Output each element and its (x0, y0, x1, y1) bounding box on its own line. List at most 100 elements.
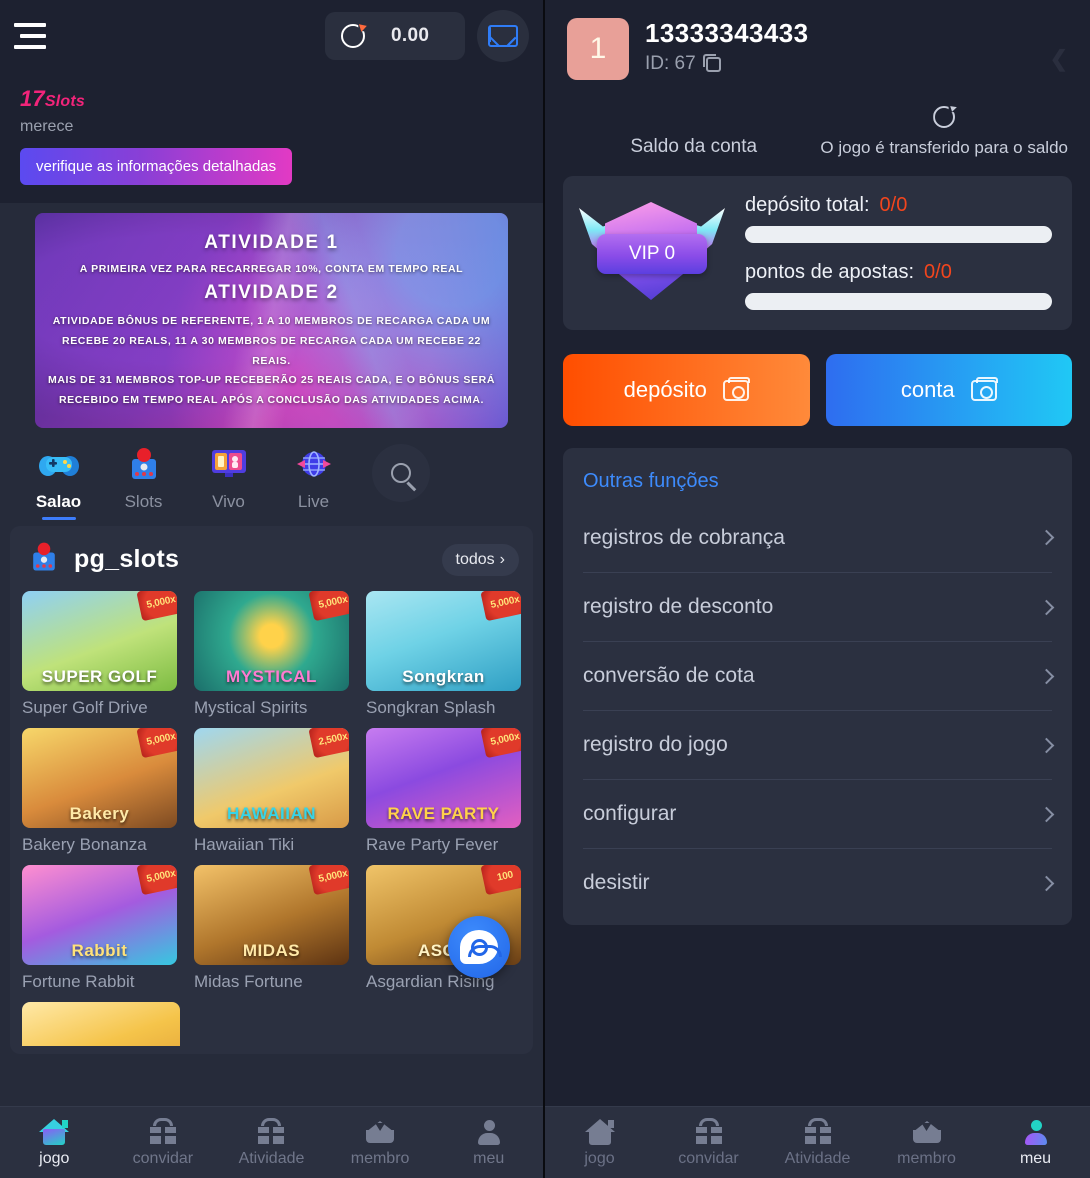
account-header: 1 13333343433 ID: 67 ❮ (545, 0, 1090, 80)
mail-button[interactable] (477, 10, 529, 62)
category-tabs: Salao Slots Vivo Live (0, 428, 543, 520)
game-thumbnail (22, 1002, 180, 1046)
game-tile[interactable]: 5,000x Songkran Songkran Splash (366, 591, 521, 718)
function-item-logout[interactable]: desistir (583, 848, 1055, 917)
category-tab-vivo[interactable]: Vivo (186, 442, 271, 512)
game-name: Songkran Splash (366, 698, 496, 717)
banner-line-3: RECEBE 20 REALS, 11 A 30 MEMBROS DE RECA… (62, 334, 481, 367)
game-tile[interactable]: 5,000x SUPER GOLF Super Golf Drive (22, 591, 177, 718)
deposit-button[interactable]: depósito (563, 354, 810, 426)
games-section: pg_slots todos › 5,000x SUPER GOLF Super… (10, 526, 533, 1054)
category-label: Vivo (212, 492, 245, 511)
function-item-settings[interactable]: configurar (583, 779, 1055, 848)
transfer-balance-group[interactable]: O jogo é transferido para o saldo (820, 106, 1068, 158)
copy-icon[interactable] (702, 53, 721, 72)
nav-item-convidar[interactable]: convidar (654, 1117, 763, 1168)
function-item-game-records[interactable]: registro do jogo (583, 710, 1055, 779)
games-section-header: pg_slots todos › (22, 538, 521, 591)
nav-label: membro (350, 1150, 410, 1167)
mail-icon (488, 25, 518, 47)
game-name: Hawaiian Tiki (194, 835, 295, 854)
nav-item-membro[interactable]: membro (326, 1117, 435, 1168)
game-thumbnail: 5,000x SUPER GOLF (22, 591, 177, 691)
nav-item-membro[interactable]: membro (872, 1117, 981, 1168)
nav-item-jogo[interactable]: jogo (545, 1117, 654, 1168)
nav-item-meu[interactable]: meu (434, 1117, 543, 1168)
category-tab-live[interactable]: Live (271, 442, 356, 512)
refresh-icon[interactable] (341, 24, 365, 48)
games-grid: 5,000x SUPER GOLF Super Golf Drive 5,000… (22, 591, 521, 992)
pg-slots-icon (26, 540, 62, 579)
chevron-right-icon (1038, 737, 1055, 753)
view-all-button[interactable]: todos › (441, 543, 519, 576)
search-icon (391, 463, 411, 483)
category-tab-slots[interactable]: Slots (101, 442, 186, 512)
games-section-title: pg_slots (74, 545, 180, 573)
banner-body: ATIVIDADE BÔNUS DE REFERENTE, 1 A 10 MEM… (47, 312, 496, 412)
customer-service-button[interactable] (448, 916, 510, 978)
game-thumbnail: 5,000x Bakery (22, 728, 177, 828)
game-tile[interactable]: 5,000x MIDAS Midas Fortune (194, 865, 349, 992)
slot-machine-icon (101, 442, 186, 486)
promo-strip: 17Slots merece verifique as informações … (0, 72, 543, 203)
game-tile[interactable]: 2,500x HAWAIIAN Hawaiian Tiki (194, 728, 349, 855)
account-username: 13333343433 (645, 18, 809, 48)
deposit-total-label: depósito total: (745, 194, 870, 216)
other-functions-card: Outras funções registros de cobrança reg… (563, 448, 1072, 925)
game-tile[interactable]: 5,000x Rabbit Fortune Rabbit (22, 865, 177, 992)
avatar[interactable]: 1 (567, 18, 629, 80)
promo-details-button[interactable]: verifique as informações detalhadas (20, 148, 293, 185)
nav-label: Atividade (784, 1150, 851, 1167)
nav-label: meu (473, 1150, 505, 1167)
customer-service-icon (460, 930, 502, 964)
search-button[interactable] (372, 444, 430, 502)
promo-count-suffix: Slots (44, 93, 85, 110)
nav-item-meu[interactable]: meu (981, 1117, 1090, 1168)
game-thumbnail: 5,000x Rabbit (22, 865, 177, 965)
nav-label: Atividade (238, 1150, 305, 1167)
activity-banner[interactable]: ATIVIDADE 1 A PRIMEIRA VEZ PARA RECARREG… (35, 213, 508, 428)
function-label: configurar (583, 802, 677, 825)
nav-label: membro (897, 1150, 956, 1167)
nav-item-atividade[interactable]: Atividade (217, 1117, 326, 1168)
game-name: Mystical Spirits (194, 698, 308, 717)
vip-card: VIP 0 depósito total: 0/0 pontos de apost… (563, 176, 1072, 330)
user-icon (981, 1117, 1090, 1147)
function-item-billing-records[interactable]: registros de cobrança (583, 503, 1055, 572)
betting-points-progress-bar (745, 293, 1052, 310)
nav-label: convidar (678, 1150, 739, 1167)
wallet-icon (970, 376, 998, 401)
game-tile[interactable]: 5,000x MYSTICAL Mystical Spirits (194, 591, 349, 718)
game-name: Bakery Bonanza (22, 835, 147, 854)
betting-points-row: pontos de apostas: 0/0 (745, 261, 1052, 284)
category-label: Salao (35, 492, 82, 511)
games-grid-next-row[interactable] (22, 1002, 521, 1046)
globe-icon (271, 442, 356, 486)
function-item-quota-conversion[interactable]: conversão de cota (583, 641, 1055, 710)
category-tab-salao[interactable]: Salao (16, 442, 101, 512)
withdraw-account-button[interactable]: conta (825, 354, 1072, 426)
balance-display[interactable]: 0.00 (325, 12, 465, 60)
nav-label: meu (1019, 1150, 1052, 1167)
nav-item-jogo[interactable]: jogo (0, 1117, 109, 1168)
chevron-right-icon (1038, 668, 1055, 684)
account-button-label: conta (900, 377, 955, 402)
refresh-balance-button[interactable] (820, 106, 1068, 134)
nav-item-atividade[interactable]: Atividade (763, 1117, 872, 1168)
nav-label: convidar (132, 1150, 194, 1167)
nav-item-convidar[interactable]: convidar (109, 1117, 218, 1168)
deposit-progress-bar (745, 226, 1052, 243)
game-tile[interactable]: 5,000x RAVE PARTY Rave Party Fever (366, 728, 521, 855)
game-name: Super Golf Drive (22, 698, 148, 717)
nav-label: jogo (39, 1150, 70, 1167)
game-tile[interactable]: 5,000x Bakery Bakery Bonanza (22, 728, 177, 855)
hamburger-icon[interactable] (14, 23, 48, 49)
banner-heading-2: ATIVIDADE 2 (204, 281, 339, 303)
function-label: registro do jogo (583, 733, 728, 756)
category-label: Live (297, 492, 330, 511)
function-item-discount-records[interactable]: registro de desconto (583, 572, 1055, 641)
chevron-right-icon (1038, 875, 1055, 891)
lobby-scroll-area[interactable]: ATIVIDADE 1 A PRIMEIRA VEZ PARA RECARREG… (0, 203, 543, 1106)
share-icon[interactable]: ❮ (1050, 46, 1068, 72)
transfer-text: O jogo é transferido para o saldo (820, 138, 1068, 157)
